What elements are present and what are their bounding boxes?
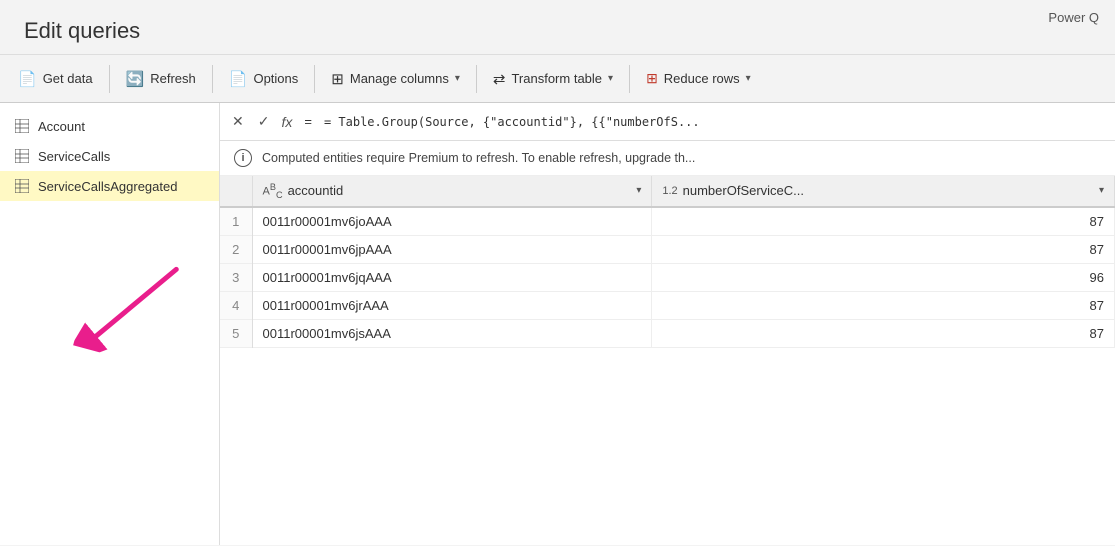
accountid-col-dropdown[interactable]: ▾	[636, 185, 641, 196]
options-label: Options	[253, 71, 298, 86]
options-icon: 📄	[229, 70, 248, 88]
table-row: 4 0011r00001mv6jrAAA 87	[220, 291, 1115, 319]
accountid-cell: 0011r00001mv6joAAA	[252, 207, 652, 236]
accountid-col-label: accountid	[288, 183, 344, 198]
row-num-cell: 1	[220, 207, 252, 236]
numberofservicec-cell: 96	[652, 263, 1115, 291]
accountid-type-icon: ABC	[263, 182, 283, 200]
manage-columns-label: Manage columns	[350, 71, 449, 86]
transform-table-button[interactable]: ⇄ Transform table ▾	[483, 64, 623, 94]
info-icon: i	[234, 149, 252, 167]
table-body: 1 0011r00001mv6joAAA 87 2 0011r00001mv6j…	[220, 207, 1115, 348]
separator-4	[476, 65, 477, 93]
servicecallsaggregated-label: ServiceCallsAggregated	[38, 179, 177, 194]
get-data-label: Get data	[43, 71, 93, 86]
accountid-cell: 0011r00001mv6jpAAA	[252, 235, 652, 263]
refresh-label: Refresh	[150, 71, 196, 86]
transform-table-label: Transform table	[511, 71, 602, 86]
numberofservicec-cell: 87	[652, 291, 1115, 319]
equals-sign: =	[304, 114, 312, 129]
table-row: 1 0011r00001mv6joAAA 87	[220, 207, 1115, 236]
numberofservicec-cell: 87	[652, 207, 1115, 236]
numberofservicec-type-icon: 1.2	[662, 185, 677, 197]
servicecalls-table-icon	[14, 148, 30, 164]
separator-1	[109, 65, 110, 93]
accountid-cell: 0011r00001mv6jqAAA	[252, 263, 652, 291]
refresh-icon: 🔄	[126, 70, 145, 88]
table-row: 2 0011r00001mv6jpAAA 87	[220, 235, 1115, 263]
accountid-column-header[interactable]: ABC accountid ▾	[252, 176, 652, 207]
formula-bar: ✕ ✓ fx = = Table.Group(Source, {"account…	[220, 103, 1115, 141]
row-num-header	[220, 176, 252, 207]
numberofservicec-col-label: numberOfServiceC...	[683, 183, 804, 198]
app-label: Power Q	[1048, 10, 1099, 25]
numberofservicec-cell: 87	[652, 235, 1115, 263]
accountid-cell: 0011r00001mv6jsAAA	[252, 319, 652, 347]
servicecallsaggregated-table-icon	[14, 178, 30, 194]
sidebar: Account ServiceCalls ServiceCallsAggrega…	[0, 103, 220, 545]
row-num-cell: 3	[220, 263, 252, 291]
sidebar-item-servicecallsaggregated[interactable]: ServiceCallsAggregated	[0, 171, 219, 201]
manage-columns-chevron: ▾	[455, 73, 460, 84]
page-title: Edit queries	[24, 18, 1091, 44]
separator-2	[212, 65, 213, 93]
reduce-rows-chevron: ▾	[746, 73, 751, 84]
row-num-cell: 5	[220, 319, 252, 347]
table-row: 3 0011r00001mv6jqAAA 96	[220, 263, 1115, 291]
content-area: ✕ ✓ fx = = Table.Group(Source, {"account…	[220, 103, 1115, 545]
formula-text: = Table.Group(Source, {"accountid"}, {{"…	[324, 115, 700, 129]
toolbar: 📄 Get data 🔄 Refresh 📄 Options ⊞ Manage …	[0, 55, 1115, 103]
separator-5	[629, 65, 630, 93]
numberofservicec-column-header[interactable]: 1.2 numberOfServiceC... ▾	[652, 176, 1115, 207]
account-label: Account	[38, 119, 85, 134]
separator-3	[314, 65, 315, 93]
account-table-icon	[14, 118, 30, 134]
info-text: Computed entities require Premium to ref…	[262, 151, 695, 165]
main-layout: Account ServiceCalls ServiceCallsAggrega…	[0, 103, 1115, 545]
reduce-rows-label: Reduce rows	[664, 71, 740, 86]
table-row: 5 0011r00001mv6jsAAA 87	[220, 319, 1115, 347]
manage-columns-button[interactable]: ⊞ Manage columns ▾	[321, 64, 470, 94]
options-button[interactable]: 📄 Options	[219, 64, 309, 94]
title-bar: Edit queries Power Q	[0, 0, 1115, 55]
servicecalls-label: ServiceCalls	[38, 149, 110, 164]
formula-confirm-button[interactable]: ✓	[254, 111, 274, 132]
reduce-rows-button[interactable]: ⊞ Reduce rows ▾	[636, 64, 761, 93]
formula-cancel-button[interactable]: ✕	[228, 111, 248, 132]
fx-label: fx	[281, 114, 292, 130]
get-data-icon: 📄	[18, 70, 37, 88]
results-table: ABC accountid ▾ 1.2 numberOfServiceC...	[220, 176, 1115, 348]
sidebar-item-servicecalls[interactable]: ServiceCalls	[0, 141, 219, 171]
row-num-cell: 2	[220, 235, 252, 263]
numberofservicec-cell: 87	[652, 319, 1115, 347]
numberofservicec-col-dropdown[interactable]: ▾	[1099, 185, 1104, 196]
transform-table-chevron: ▾	[608, 73, 613, 84]
transform-table-icon: ⇄	[493, 70, 506, 88]
get-data-button[interactable]: 📄 Get data	[8, 64, 103, 94]
info-banner: i Computed entities require Premium to r…	[220, 141, 1115, 176]
refresh-button[interactable]: 🔄 Refresh	[116, 64, 206, 94]
manage-columns-icon: ⊞	[331, 70, 344, 88]
reduce-rows-icon: ⊞	[646, 70, 658, 87]
accountid-cell: 0011r00001mv6jrAAA	[252, 291, 652, 319]
sidebar-item-account[interactable]: Account	[0, 111, 219, 141]
table-header-row: ABC accountid ▾ 1.2 numberOfServiceC...	[220, 176, 1115, 207]
row-num-cell: 4	[220, 291, 252, 319]
data-table: ABC accountid ▾ 1.2 numberOfServiceC...	[220, 176, 1115, 545]
formula-icons: ✕ ✓	[228, 111, 273, 132]
